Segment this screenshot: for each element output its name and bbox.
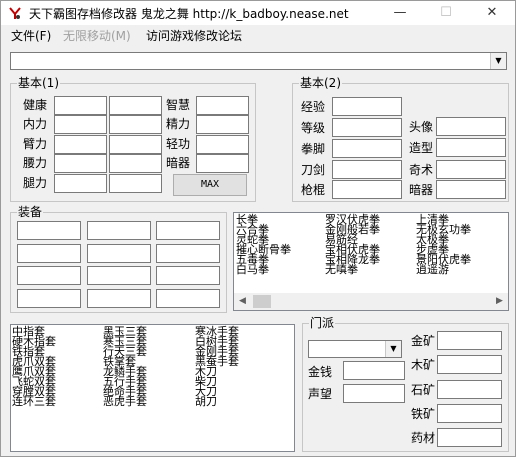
label-money: 金钱 [308,365,333,379]
equip-slot-11[interactable] [87,289,151,308]
equip-slot-12[interactable] [156,289,220,308]
menu-bar: 文件(F) 无限移动(M) 访问游戏修改论坛 [1,25,515,45]
save-slot-select[interactable]: ▼ [10,52,507,70]
equip-slot-8[interactable] [87,266,151,285]
chevron-down-icon[interactable]: ▼ [490,53,506,69]
scroll-left-icon[interactable]: ◀ [234,293,251,310]
menu-file[interactable]: 文件(F) [11,27,51,44]
label-waist-strength: 腰力 [23,156,48,170]
basic1-title: 基本(1) [17,76,60,90]
wood-mine-field[interactable] [437,355,502,374]
label-energy: 精力 [166,117,191,131]
label-sword: 刀剑 [301,163,326,177]
label-portrait: 头像 [409,120,434,134]
close-button[interactable]: ✕ [469,1,515,25]
label-stone-mine: 石矿 [411,383,436,397]
label-herbs: 药材 [411,431,436,445]
label-leg-strength: 腿力 [23,176,48,190]
sect-title: 门派 [309,316,336,330]
menu-forum[interactable]: 访问游戏修改论坛 [146,27,242,44]
staff-field[interactable] [332,180,402,199]
iron-mine-field[interactable] [437,404,502,423]
level-field[interactable] [332,118,402,137]
label-gold-mine: 金矿 [411,334,436,348]
maximize-button[interactable]: ☐ [423,1,469,25]
equip-slot-7[interactable] [17,266,81,285]
fist-field[interactable] [332,139,402,158]
menu-infinite-move[interactable]: 无限移动(M) [63,27,131,44]
money-field[interactable] [343,361,405,380]
skills-listbox[interactable]: 长拳 罗汉伏虎拳 上清拳 六合拳 金刚般若拳 无极玄功拳 灵蛇拳 易筋经 太极拳… [233,212,509,311]
label-lightness: 轻功 [166,137,191,151]
scroll-right-icon[interactable]: ▶ [491,293,508,310]
equip-slot-1[interactable] [17,221,81,240]
equip-slot-6[interactable] [156,244,220,263]
label-fame: 声望 [308,387,333,401]
title-bar: 天下霸图存档修改器 鬼龙之舞 http://k_badboy.nease.net… [1,1,515,25]
portrait-field[interactable] [436,117,506,136]
equip-slot-5[interactable] [87,244,151,263]
label-inner-power: 内力 [23,117,48,131]
basic2-title: 基本(2) [299,76,342,90]
appearance-field[interactable] [436,138,506,157]
label-wisdom: 智慧 [166,98,191,112]
label-appearance: 造型 [409,141,434,155]
label-fist: 拳脚 [301,142,326,156]
waist-strength-field[interactable] [54,154,107,173]
items-listbox[interactable]: 中指套 黑玉三套 寒冰手套 硬木指套 寒玉三套 白树手套 铁指套 行天三套 金刚… [10,324,295,452]
equip-slot-9[interactable] [156,266,220,285]
window-title: 天下霸图存档修改器 鬼龙之舞 http://k_badboy.nease.net [29,7,349,21]
label-hidden-weapon: 暗器 [166,156,191,170]
label-health: 健康 [23,98,48,112]
hidden-weapon-field[interactable] [196,154,249,173]
equip-slot-2[interactable] [87,221,151,240]
app-window: 天下霸图存档修改器 鬼龙之舞 http://k_badboy.nease.net… [0,0,516,457]
skills-horizontal-scrollbar[interactable]: ◀ ▶ [234,293,508,310]
experience-field[interactable] [332,97,402,116]
label-staff: 枪棍 [301,183,326,197]
magic-field[interactable] [436,160,506,179]
sect-select[interactable]: ▼ [308,340,402,358]
lightness-field[interactable] [196,135,249,154]
label-iron-mine: 铁矿 [411,407,436,421]
arm-strength-field[interactable] [54,135,107,154]
herbs-field[interactable] [437,428,502,447]
equip-slot-4[interactable] [17,244,81,263]
equip-slot-3[interactable] [156,221,220,240]
label-hidden-weapon-2: 暗器 [409,183,434,197]
app-icon [8,6,22,20]
gold-mine-field[interactable] [437,331,502,350]
waist-strength-max-field[interactable] [109,154,162,173]
health-field[interactable] [54,96,107,115]
hidden-weapon-2-field[interactable] [436,180,506,199]
equipment-title: 装备 [17,205,44,219]
leg-strength-field[interactable] [54,174,107,193]
max-button[interactable]: MAX [173,174,247,196]
chevron-down-icon[interactable]: ▼ [385,341,401,357]
minimize-button[interactable]: — [377,1,423,25]
label-level: 等级 [301,121,326,135]
label-wood-mine: 木矿 [411,358,436,372]
energy-field[interactable] [196,115,249,134]
label-experience: 经验 [301,100,326,114]
scroll-thumb[interactable] [253,295,271,308]
inner-power-max-field[interactable] [109,115,162,134]
stone-mine-field[interactable] [437,380,502,399]
sword-field[interactable] [332,160,402,179]
arm-strength-max-field[interactable] [109,135,162,154]
health-max-field[interactable] [109,96,162,115]
leg-strength-max-field[interactable] [109,174,162,193]
fame-field[interactable] [343,384,405,403]
inner-power-field[interactable] [54,115,107,134]
wisdom-field[interactable] [196,96,249,115]
equip-slot-10[interactable] [17,289,81,308]
label-arm-strength: 臂力 [23,137,48,151]
label-magic: 奇术 [409,163,434,177]
